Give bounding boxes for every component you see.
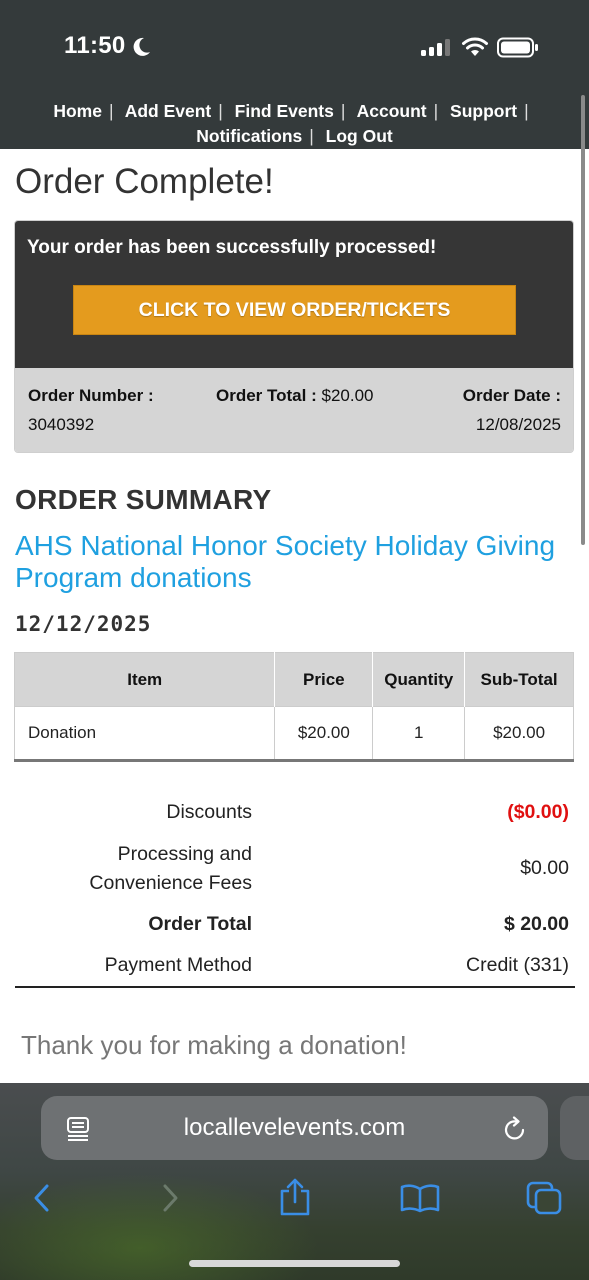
column-header-item: Item: [14, 652, 276, 707]
url-text: locallevelevents.com: [183, 1114, 406, 1141]
nav-separator: |: [433, 101, 439, 121]
thank-you-message: Thank you for making a donation!: [21, 1030, 407, 1060]
view-order-tickets-button[interactable]: CLICK TO VIEW ORDER/TICKETS: [73, 285, 516, 335]
cell-quantity: 1: [372, 706, 466, 761]
order-items-table: Item Price Quantity Sub-Total Donation $…: [14, 652, 574, 762]
share-icon[interactable]: [279, 1177, 311, 1217]
order-card-header: Your order has been successfully process…: [15, 221, 573, 368]
nav-separator: |: [524, 101, 529, 121]
discounts-value: ($0.00): [507, 801, 569, 823]
nav-separator: |: [108, 101, 114, 121]
nav-separator: |: [309, 126, 314, 146]
event-name-link[interactable]: AHS National Honor Society Holiday Givin…: [15, 530, 575, 594]
cell-item: Donation: [14, 706, 276, 761]
nav-separator: |: [340, 101, 346, 121]
order-total-label: Order Total :: [216, 386, 317, 405]
battery-icon: [497, 37, 538, 58]
order-number-value: 3040392: [28, 415, 95, 434]
address-bar[interactable]: locallevelevents.com: [41, 1096, 548, 1160]
nav-notifications[interactable]: Notifications: [196, 126, 302, 146]
order-total-row-label: Order Total: [148, 913, 252, 935]
wifi-icon: [462, 37, 488, 56]
table-row: Donation $20.00 1 $20.00: [14, 706, 574, 761]
nav-support[interactable]: Support: [450, 101, 517, 121]
order-confirmation-card: Your order has been successfully process…: [14, 220, 574, 453]
forward-icon[interactable]: [158, 1183, 182, 1213]
home-indicator[interactable]: [189, 1260, 400, 1267]
fees-value: $0.00: [520, 857, 569, 879]
browser-toolbar: locallevelevents.com: [0, 1083, 589, 1280]
nav-separator: |: [218, 101, 223, 121]
bookmarks-icon[interactable]: [400, 1183, 440, 1213]
tabs-icon[interactable]: [526, 1181, 562, 1215]
status-time: 11:50: [64, 32, 126, 59]
success-message: Your order has been successfully process…: [27, 237, 437, 258]
column-header-price: Price: [274, 652, 374, 707]
nav-home[interactable]: Home: [53, 101, 102, 121]
order-date-value: 12/08/2025: [475, 415, 561, 434]
reload-icon[interactable]: [503, 1116, 527, 1142]
order-total-summary: Order Total : $20.00: [216, 386, 373, 406]
discounts-label: Discounts: [166, 801, 252, 823]
cellular-signal-icon: [421, 38, 450, 56]
next-tab-peek[interactable]: [560, 1096, 589, 1160]
table-header-row: Item Price Quantity Sub-Total: [14, 652, 574, 707]
payment-method-value: Credit (331): [466, 954, 569, 976]
fees-label-line1: Processing and: [117, 843, 252, 865]
nav-add-event[interactable]: Add Event: [125, 101, 212, 121]
main-nav: Home | Add Event | Find Events | Account | S…: [0, 99, 589, 149]
nav-log-out[interactable]: Log Out: [326, 126, 393, 146]
page-title: Order Complete!: [15, 162, 274, 201]
top-bar: 11:50 Home | Add Event | Find Events | Acco…: [0, 0, 589, 149]
back-icon[interactable]: [30, 1183, 54, 1213]
order-total-row-value: $ 20.00: [503, 913, 569, 935]
order-date-label: Order Date :: [462, 386, 561, 405]
column-header-subtotal: Sub-Total: [464, 652, 574, 707]
event-date: 12/12/2025: [15, 612, 152, 636]
order-number-label: Order Number :: [28, 386, 154, 405]
nav-find-events[interactable]: Find Events: [235, 101, 334, 121]
moon-icon: [133, 37, 150, 56]
nav-account[interactable]: Account: [357, 101, 427, 121]
payment-method-label: Payment Method: [104, 954, 252, 976]
column-header-quantity: Quantity: [372, 652, 466, 707]
totals-divider: [15, 986, 575, 988]
cell-subtotal: $20.00: [464, 706, 574, 761]
page-scrollbar[interactable]: [581, 95, 585, 545]
order-summary-heading: ORDER SUMMARY: [15, 484, 272, 515]
order-total-value: $20.00: [321, 386, 374, 405]
cell-price: $20.00: [274, 706, 374, 761]
fees-label-line2: Convenience Fees: [89, 872, 252, 894]
order-details: Order Number : 3040392 Order Total : $20…: [15, 368, 573, 452]
